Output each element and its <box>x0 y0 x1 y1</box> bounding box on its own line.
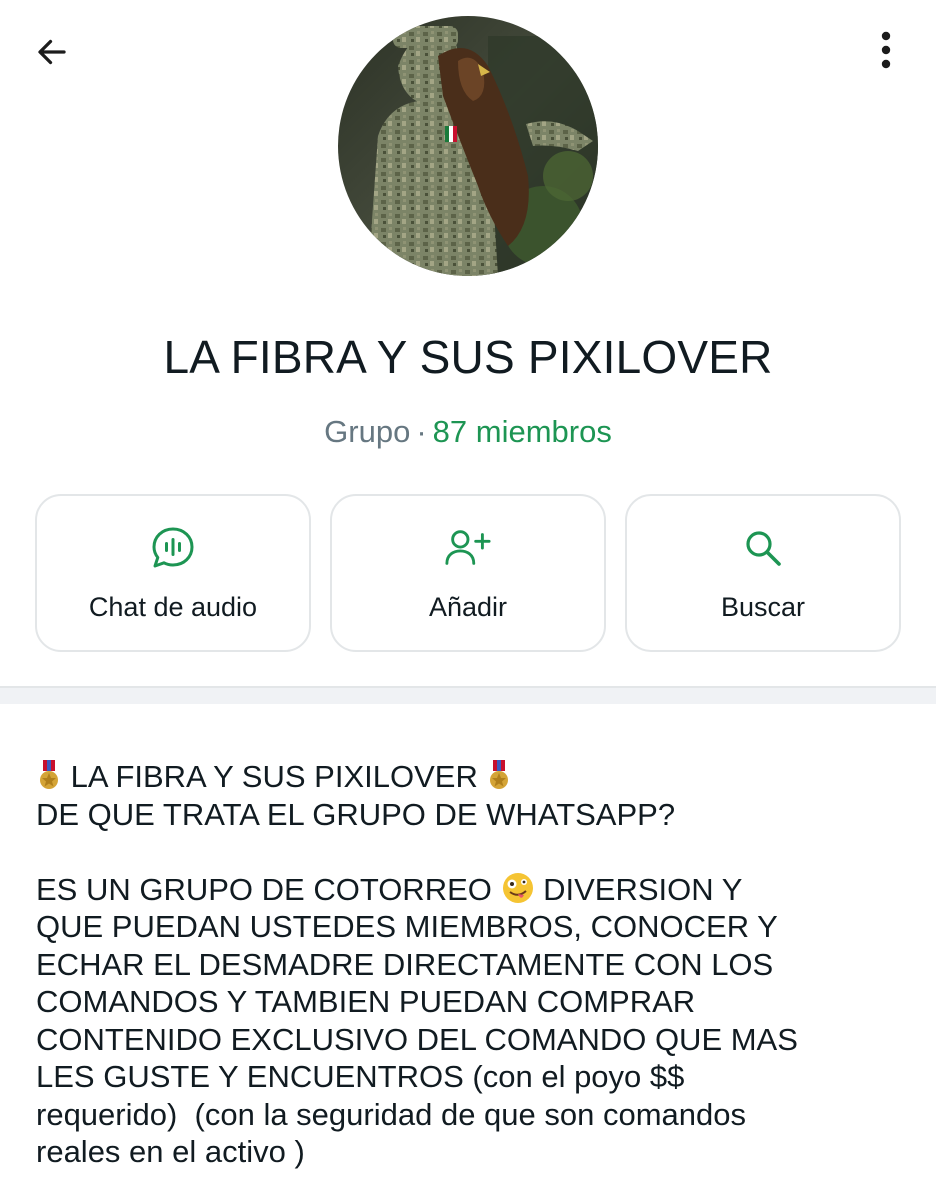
description-title: LA FIBRA Y SUS PIXILOVER <box>70 759 478 794</box>
military-medal-icon <box>40 760 58 789</box>
add-person-icon <box>444 526 492 570</box>
members-count-link[interactable]: 87 miembros <box>433 414 612 449</box>
description-text-start: ES UN GRUPO DE COTORREO <box>36 871 492 907</box>
description-text-rest: DIVERSION Y QUE PUEDAN USTEDES MIEMBROS,… <box>36 871 798 1170</box>
search-icon <box>739 526 787 570</box>
group-subtitle: Grupo · 87 miembros <box>0 414 936 450</box>
separator-dot: · <box>416 414 427 449</box>
search-button[interactable]: Buscar <box>625 494 901 652</box>
add-member-label: Añadir <box>428 592 508 622</box>
group-avatar[interactable] <box>338 16 598 276</box>
search-label: Buscar <box>720 592 806 622</box>
section-divider <box>0 686 936 704</box>
zany-face-icon <box>502 872 533 903</box>
group-description[interactable]: LA FIBRA Y SUS PIXILOVER DE QUE TRATA EL… <box>36 758 906 1171</box>
add-member-button[interactable]: Añadir <box>330 494 606 652</box>
more-options-button[interactable] <box>862 26 910 74</box>
description-question: DE QUE TRATA EL GRUPO DE WHATSAPP? <box>36 796 676 832</box>
avatar-photo <box>338 16 598 276</box>
action-buttons-row: Chat de audio Añadir Buscar <box>35 494 901 652</box>
arrow-left-icon <box>38 39 66 65</box>
audio-chat-label: Chat de audio <box>88 592 258 622</box>
audio-chat-icon <box>149 526 197 570</box>
back-button[interactable] <box>28 28 76 76</box>
military-medal-icon <box>490 760 509 789</box>
audio-chat-button[interactable]: Chat de audio <box>35 494 311 652</box>
group-name[interactable]: LA FIBRA Y SUS PIXILOVER <box>0 330 936 384</box>
more-vertical-icon <box>881 31 891 69</box>
group-type-label: Grupo <box>324 414 411 449</box>
